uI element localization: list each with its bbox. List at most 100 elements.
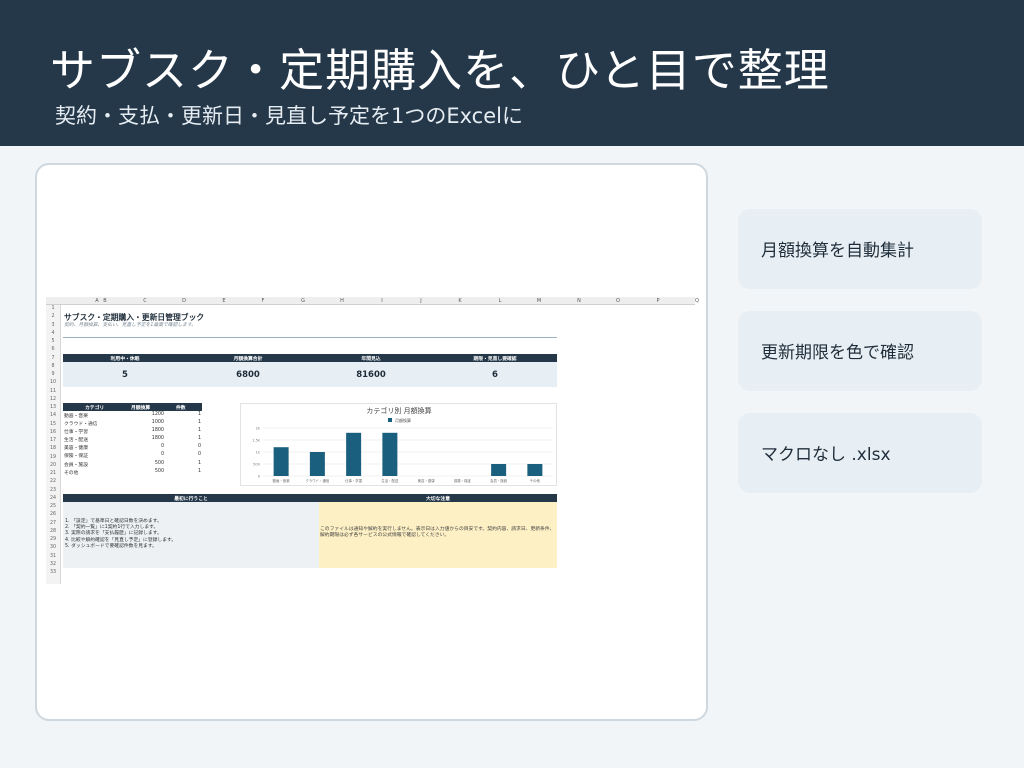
- notice-text: このファイルは通知や解約を実行しません。表示日は入力値からの目安です。契約内容、…: [320, 527, 555, 539]
- table-cell: 1: [197, 436, 201, 442]
- table-cell: 生活・配送: [64, 438, 88, 444]
- spreadsheet-preview: ABCDEFGHIJKLMNOPQ 1 2 3 4 5 6 7 8 9 10 11 12 13 14 15 1…: [46, 297, 699, 584]
- steps-box: 1. 「設定」で基準日と確認日数を決めます。 2. 「契約一覧」に1契約1行で入力…: [63, 502, 319, 568]
- column-letter: K: [458, 298, 462, 304]
- y-tick-label: 2k: [256, 426, 261, 430]
- x-tick-label: その他: [530, 478, 541, 483]
- table-cell: 仕事・学習: [64, 430, 88, 436]
- x-tick-label: 仕事・学習: [345, 478, 362, 483]
- row-number: 29: [49, 537, 57, 542]
- table-row: 仕事・学習 1800 1: [63, 427, 202, 435]
- table-cell: クラウド・通信: [64, 422, 98, 428]
- row-number: 28: [49, 528, 57, 534]
- table-row: 生活・配送 1800 1: [63, 435, 202, 443]
- row-number: 22: [49, 479, 57, 485]
- table-cell: 500: [154, 468, 164, 474]
- row-number: 10: [49, 380, 57, 386]
- row-number: 18: [49, 446, 57, 452]
- notice-box: このファイルは通知や解約を実行しません。表示日は入力値からの目安です。契約内容、…: [319, 502, 557, 568]
- kpi-value: 81600: [356, 370, 386, 380]
- column-letter: G: [301, 298, 305, 304]
- table-row: その他 500 1: [63, 468, 202, 476]
- category-chart: カテゴリ別 月額換算 月額換算 0 500 1k 1.5k 2k 動画・音楽 クラウド・通信 仕事…: [240, 403, 557, 486]
- row-number: 24: [49, 495, 57, 501]
- column-letter: L: [498, 298, 502, 304]
- table-cell: 1: [197, 412, 201, 417]
- category-table: 動画・音楽 1200 1 クラウド・通信 1000 1 仕事・学習 1800 1 生活・配送 180…: [63, 411, 202, 476]
- table-cell: 0: [160, 444, 164, 450]
- x-tick-label: クラウド・通信: [306, 478, 330, 483]
- feature-label: 更新期限を色で確認: [761, 343, 914, 363]
- list-item: 4. 比較や解約確認を「見直し予定」に登録します。: [65, 537, 177, 543]
- chart-title: カテゴリ別 月額換算: [366, 406, 431, 415]
- row-number: 2: [51, 314, 55, 320]
- table-cell: 1200: [151, 412, 164, 417]
- column-letter: M: [536, 298, 542, 304]
- x-tick-label: 生活・配送: [381, 478, 399, 483]
- table-cell: その他: [64, 470, 79, 476]
- bar: [527, 464, 543, 476]
- row-number: 21: [49, 471, 57, 476]
- table-row: 会員・施設 500 1: [63, 460, 202, 468]
- column-header: カテゴリ: [85, 406, 105, 411]
- row-number: 13: [49, 405, 57, 410]
- list-item: 3. 実際の請求を「支払履歴」に記録します。: [65, 531, 162, 537]
- legend-swatch: [388, 418, 392, 422]
- feature-card-deadline: 更新期限を色で確認: [738, 311, 982, 391]
- row-number: 26: [49, 512, 57, 518]
- row-number: 25: [49, 504, 57, 509]
- column-letter: N: [577, 298, 581, 304]
- kpi-label: 期限・見直し要確認: [473, 357, 517, 362]
- title-divider: [63, 337, 557, 338]
- column-letter: H: [340, 298, 344, 304]
- feature-card-format: マクロなし .xlsx: [738, 413, 982, 493]
- x-tick-label: 動画・音楽: [273, 478, 291, 483]
- steps-list: 1. 「設定」で基準日と確認日数を決めます。 2. 「契約一覧」に1契約1行で入力…: [65, 519, 176, 550]
- column-headers: ABCDEFGHIJKLMNOPQ: [46, 297, 699, 305]
- list-item: 5. ダッシュボードで要確認件数を見ます。: [65, 543, 157, 549]
- page-subtitle: 契約・支払・更新日・見直し予定を1つのExcelに: [55, 104, 523, 128]
- table-cell: 美容・健康: [64, 446, 88, 452]
- kpi-label: 月額換算合計: [233, 357, 263, 362]
- table-cell: 1800: [151, 436, 164, 442]
- steps-title: 最初に行うこと: [174, 497, 208, 502]
- title-banner: サブスク・定期購入を、ひと目で整理 契約・支払・更新日・見直し予定を1つのExc…: [0, 0, 1024, 146]
- notice-header: 大切な注意: [319, 494, 557, 502]
- table-cell: 1: [197, 420, 201, 426]
- row-number: 19: [49, 454, 57, 460]
- steps-header: 最初に行うこと: [63, 494, 319, 502]
- column-letter: D: [182, 298, 186, 304]
- row-number: 20: [49, 462, 57, 468]
- row-headers: 1 2 3 4 5 6 7 8 9 10 11 12 13 14 15 16 17 18 19 20 21 22 23 24 2…: [46, 305, 61, 584]
- x-tick-label: 会員・施設: [490, 478, 508, 483]
- row-number: 11: [49, 388, 57, 394]
- column-letter: J: [420, 298, 422, 304]
- bar: [382, 432, 398, 476]
- bar: [309, 452, 325, 476]
- column-letter: C: [143, 298, 147, 304]
- column-letter: F: [261, 298, 265, 304]
- y-tick-label: 1.5k: [252, 438, 261, 442]
- column-letter: I: [381, 298, 383, 304]
- sheet-subtitle: 契約、月額換算、支払い、見直し予定を1画面で確認します。: [64, 323, 197, 328]
- kpi-label: 利用中・休眠: [110, 357, 140, 362]
- feature-label: 月額換算を自動集計: [761, 241, 914, 261]
- bar: [491, 464, 507, 476]
- kpi-label: 年間見込: [361, 357, 381, 362]
- row-number: 31: [49, 553, 57, 559]
- feature-card-aggregation: 月額換算を自動集計: [738, 209, 982, 289]
- table-cell: 500: [154, 460, 164, 466]
- row-number: 30: [49, 545, 57, 551]
- y-tick-label: 1k: [256, 450, 261, 454]
- bar: [273, 447, 289, 476]
- row-number: 15: [49, 421, 57, 427]
- row-number: 32: [49, 561, 57, 567]
- table-cell: 1: [197, 468, 201, 474]
- column-header: 件数: [176, 406, 186, 411]
- category-table-header: カテゴリ 月額換算 件数: [63, 403, 202, 411]
- table-row: 動画・音楽 1200 1: [63, 411, 202, 419]
- table-cell: 1800: [151, 428, 164, 434]
- column-letter: B: [103, 298, 107, 304]
- table-cell: 動画・音楽: [64, 414, 88, 419]
- table-cell: 1: [197, 428, 201, 434]
